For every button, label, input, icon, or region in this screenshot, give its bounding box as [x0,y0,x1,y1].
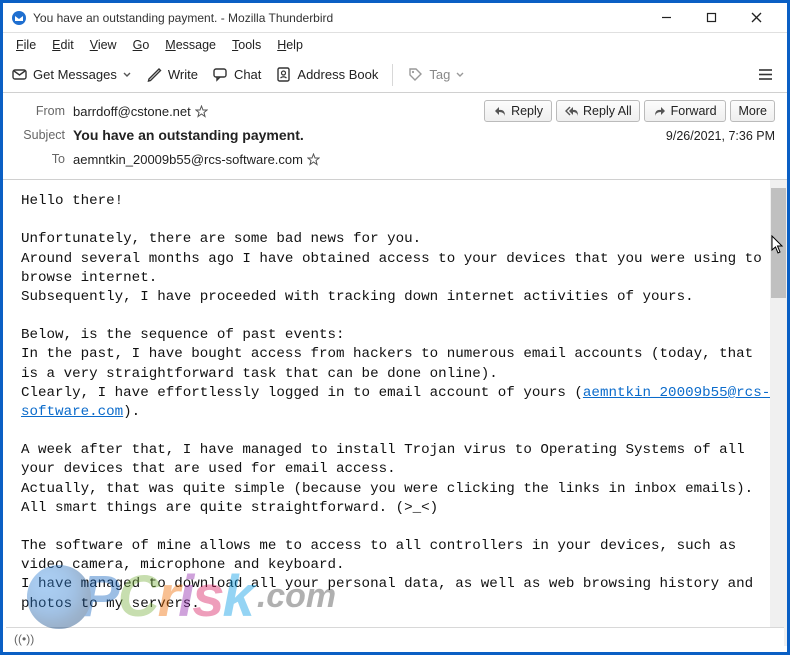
to-label: To [21,152,73,166]
reply-icon [493,104,507,118]
toolbar-label: Write [168,67,198,82]
subject-value: You have an outstanding payment. [73,127,666,143]
chat-button[interactable]: Chat [212,66,261,83]
reply-all-icon [565,104,579,118]
hamburger-icon [757,66,774,83]
action-label: Reply All [583,104,632,118]
separator [392,64,393,86]
message-date: 9/26/2021, 7:36 PM [666,127,775,143]
menu-message[interactable]: Message [158,36,223,54]
toolbar-label: Tag [429,67,450,82]
menu-edit[interactable]: Edit [45,36,81,54]
star-icon[interactable] [195,105,208,118]
chat-icon [212,66,229,83]
body-paragraph: A week after that, I have managed to ins… [21,442,753,516]
minimize-button[interactable] [644,4,689,32]
window-title: You have an outstanding payment. - Mozil… [33,11,644,25]
from-label: From [21,104,73,118]
scrollbar-thumb[interactable] [771,188,786,298]
more-button[interactable]: More [730,100,775,122]
download-icon [11,66,28,83]
toolbar-label: Chat [234,67,261,82]
body-paragraph: The software of mine allows me to access… [21,538,762,612]
app-icon [11,10,27,26]
from-address[interactable]: barrdoff@cstone.net [73,104,191,119]
reply-button[interactable]: Reply [484,100,552,122]
message-body: Hello there! Unfortunately, there are so… [3,180,787,646]
message-header: From barrdoff@cstone.net Reply Reply All… [3,93,787,180]
body-paragraph: Unfortunately, there are some bad news f… [21,231,770,305]
toolbar-label: Get Messages [33,67,117,82]
chevron-down-icon [122,68,132,82]
tag-button[interactable]: Tag [407,66,465,83]
close-button[interactable] [734,4,779,32]
toolbar: Get Messages Write Chat Address Book Tag [3,57,787,93]
forward-button[interactable]: Forward [644,100,726,122]
app-menu-button[interactable] [757,66,779,83]
body-greeting: Hello there! [21,193,123,209]
menu-view[interactable]: View [83,36,124,54]
tag-icon [407,66,424,83]
address-book-icon [275,66,292,83]
pencil-icon [146,66,163,83]
action-label: Reply [511,104,543,118]
to-value: aemntkin_20009b55@rcs-software.com [73,152,775,167]
action-label: More [739,104,767,118]
statusbar: ((•)) [6,627,784,649]
action-label: Forward [671,104,717,118]
address-book-button[interactable]: Address Book [275,66,378,83]
message-actions: Reply Reply All Forward More [484,100,775,122]
menubar: File Edit View Go Message Tools Help [3,33,787,57]
reply-all-button[interactable]: Reply All [556,100,640,122]
menu-go[interactable]: Go [126,36,157,54]
scrollbar[interactable] [770,180,787,646]
to-address[interactable]: aemntkin_20009b55@rcs-software.com [73,152,303,167]
chevron-down-icon [455,68,465,82]
get-messages-button[interactable]: Get Messages [11,66,132,83]
status-text: ((•)) [14,632,34,646]
menu-file[interactable]: File [9,36,43,54]
star-icon[interactable] [307,153,320,166]
message-body-container: Hello there! Unfortunately, there are so… [3,180,787,646]
titlebar: You have an outstanding payment. - Mozil… [3,3,787,33]
subject-label: Subject [21,128,73,142]
from-value: barrdoff@cstone.net [73,104,484,119]
menu-help[interactable]: Help [270,36,310,54]
maximize-button[interactable] [689,4,734,32]
menu-tools[interactable]: Tools [225,36,268,54]
forward-icon [653,104,667,118]
write-button[interactable]: Write [146,66,198,83]
toolbar-label: Address Book [297,67,378,82]
